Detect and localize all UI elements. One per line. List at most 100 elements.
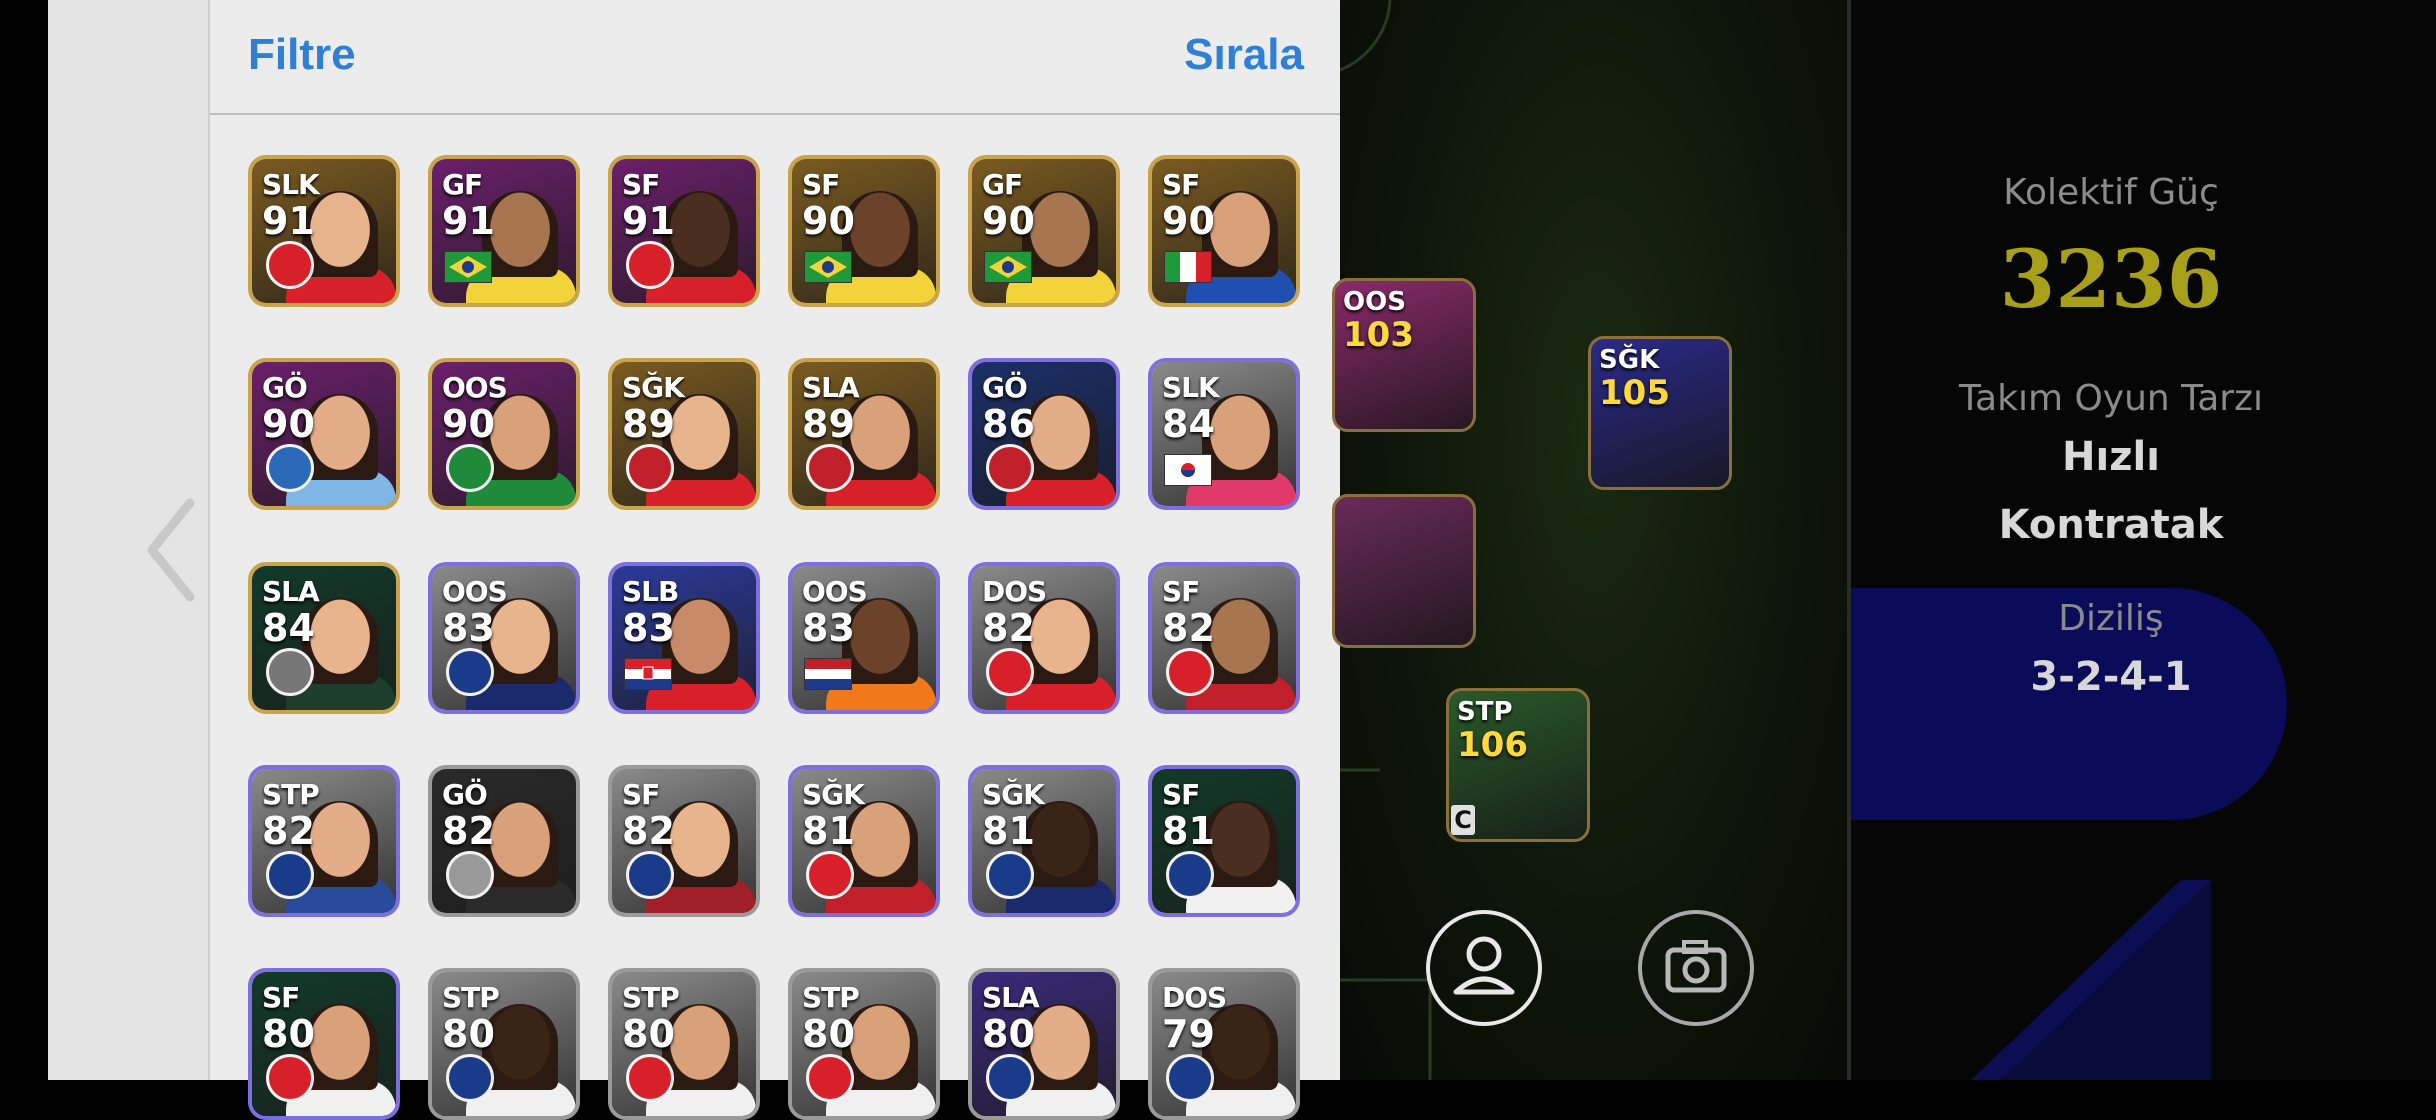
rating-label: 83: [802, 606, 855, 650]
field-player-card[interactable]: [1332, 494, 1476, 648]
player-card[interactable]: SLB 83: [608, 562, 760, 714]
club-emblem-icon: [806, 851, 854, 899]
rating-label: 79: [1162, 1012, 1215, 1056]
player-card[interactable]: STP 80: [788, 968, 940, 1120]
position-label: GÖ: [442, 778, 488, 811]
position-label: GÖ: [982, 371, 1028, 404]
player-card[interactable]: SĞK 81: [788, 765, 940, 917]
position-label: SF: [1162, 575, 1200, 608]
position-label: SLB: [622, 575, 679, 608]
player-card[interactable]: SF 82: [608, 765, 760, 917]
camera-button[interactable]: [1638, 910, 1754, 1026]
player-card[interactable]: STP 82: [248, 765, 400, 917]
club-emblem-icon: [1166, 851, 1214, 899]
rating-label: 90: [442, 402, 495, 446]
rating-label: 105: [1599, 373, 1670, 413]
rating-label: 82: [982, 606, 1035, 650]
club-emblem-icon: [1166, 1054, 1214, 1102]
position-label: GF: [442, 168, 483, 201]
player-card[interactable]: STP 80: [608, 968, 760, 1120]
rating-label: 80: [442, 1012, 495, 1056]
decorative-stripe: [1971, 880, 2211, 1080]
club-emblem-icon: [986, 851, 1034, 899]
rating-label: 82: [442, 809, 495, 853]
player-card[interactable]: SF 90: [1148, 155, 1300, 307]
position-label: SLA: [982, 981, 1040, 1014]
position-label: SĞK: [622, 371, 685, 404]
club-emblem-icon: [266, 444, 314, 492]
club-emblem-icon: [266, 851, 314, 899]
profile-button[interactable]: [1426, 910, 1542, 1026]
player-card[interactable]: GÖ 82: [428, 765, 580, 917]
player-card[interactable]: SF 81: [1148, 765, 1300, 917]
position-label: OOS: [442, 575, 508, 608]
captain-badge: C: [1451, 805, 1475, 835]
club-emblem-icon: [986, 648, 1034, 696]
player-card[interactable]: OOS 90: [428, 358, 580, 510]
rating-label: 90: [262, 402, 315, 446]
club-emblem-icon: [806, 444, 854, 492]
chevron-left-icon[interactable]: [140, 495, 200, 605]
position-label: DOS: [982, 575, 1047, 608]
player-card[interactable]: SLA 80: [968, 968, 1120, 1120]
player-grid: SLK 91 GF 91 SF 91 SF 90 GF 90 SF 90 GÖ 90 OOS 90 SĞK 89 S…: [210, 0, 1342, 1120]
player-card[interactable]: SLA 84: [248, 562, 400, 714]
rating-label: 90: [1162, 199, 1215, 243]
player-card[interactable]: OOS 83: [788, 562, 940, 714]
player-card[interactable]: GF 91: [428, 155, 580, 307]
rating-label: 83: [622, 606, 675, 650]
rating-label: 80: [982, 1012, 1035, 1056]
player-card[interactable]: DOS 79: [1148, 968, 1300, 1120]
player-card[interactable]: SLK 84: [1148, 358, 1300, 510]
player-card[interactable]: SF 90: [788, 155, 940, 307]
club-emblem-icon: [986, 1054, 1034, 1102]
position-label: SF: [622, 778, 660, 811]
club-emblem-icon: [626, 241, 674, 289]
rating-label: 80: [802, 1012, 855, 1056]
player-card[interactable]: GF 90: [968, 155, 1120, 307]
flag-br-icon: [984, 251, 1032, 283]
field-player-card[interactable]: OOS 103: [1332, 278, 1476, 432]
player-card[interactable]: SĞK 89: [608, 358, 760, 510]
style-value-1: Hızlı: [2062, 434, 2160, 480]
position-label: GF: [982, 168, 1023, 201]
rating-label: 103: [1343, 315, 1414, 355]
field-player-card[interactable]: STP 106 C: [1446, 688, 1590, 842]
rating-label: 86: [982, 402, 1035, 446]
player-card[interactable]: STP 80: [428, 968, 580, 1120]
player-card[interactable]: SF 82: [1148, 562, 1300, 714]
club-emblem-icon: [626, 1054, 674, 1102]
rating-label: 89: [622, 402, 675, 446]
position-label: SLK: [262, 168, 320, 201]
field-player-card[interactable]: SĞK 105: [1588, 336, 1732, 490]
position-label: SF: [622, 168, 660, 201]
position-label: DOS: [1162, 981, 1227, 1014]
player-card[interactable]: GÖ 90: [248, 358, 400, 510]
club-emblem-icon: [266, 241, 314, 289]
club-emblem-icon: [266, 1054, 314, 1102]
team-info-panel: Kolektif Güç 3236 Takım Oyun Tarzı Hızlı…: [1851, 0, 2436, 1080]
player-card[interactable]: SLA 89: [788, 358, 940, 510]
club-emblem-icon: [266, 648, 314, 696]
formation-label: Diziliş: [2058, 598, 2164, 639]
rating-label: 82: [1162, 606, 1215, 650]
player-card[interactable]: DOS 82: [968, 562, 1120, 714]
player-card[interactable]: GÖ 86: [968, 358, 1120, 510]
club-emblem-icon: [986, 444, 1034, 492]
player-list-panel: Filtre Sıralа SLK 91 GF 91 SF 91 SF 90 GF 90 SF 90 G…: [208, 0, 1342, 1120]
position-label: SĞK: [1599, 345, 1660, 375]
position-label: STP: [442, 981, 500, 1014]
player-card[interactable]: OOS 83: [428, 562, 580, 714]
player-card[interactable]: SĞK 81: [968, 765, 1120, 917]
position-label: SF: [1162, 168, 1200, 201]
power-label: Kolektif Güç: [2003, 172, 2219, 213]
club-emblem-icon: [446, 851, 494, 899]
pitch: OOS 103 SĞK 105 STP 106 C: [1332, 0, 1850, 1080]
flag-it-icon: [1164, 251, 1212, 283]
player-card[interactable]: SF 91: [608, 155, 760, 307]
rating-label: 91: [442, 199, 495, 243]
player-card[interactable]: SF 80: [248, 968, 400, 1120]
player-card[interactable]: SLK 91: [248, 155, 400, 307]
rating-label: 80: [262, 1012, 315, 1056]
rating-label: 106: [1457, 725, 1528, 765]
